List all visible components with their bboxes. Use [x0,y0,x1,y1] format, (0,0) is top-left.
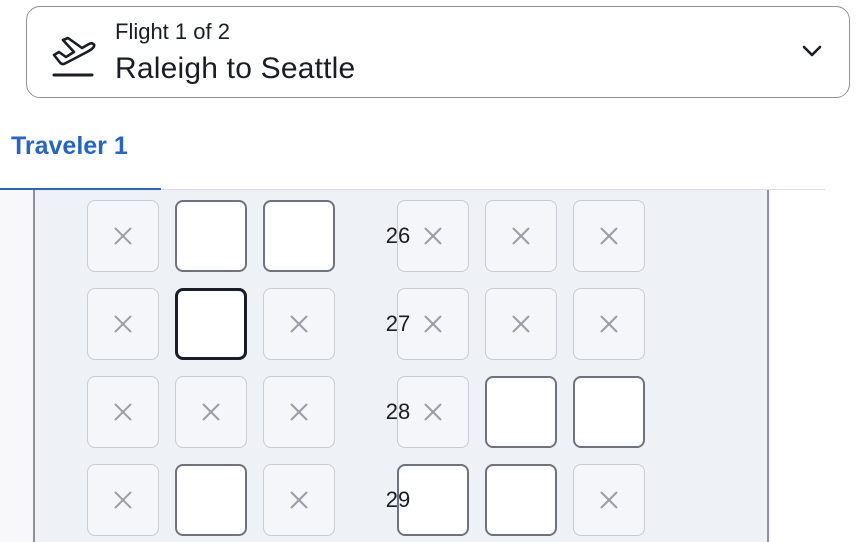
seat-unavailable [87,376,159,448]
tab-traveler-1[interactable]: Traveler 1 [0,112,161,192]
flight-selector-dropdown[interactable]: Flight 1 of 2 Raleigh to Seattle [26,6,850,98]
unavailable-x-icon [600,491,618,509]
unavailable-x-icon [290,315,308,333]
tab-traveler-1-label: Traveler 1 [11,132,128,160]
flight-route-label: Raleigh to Seattle [115,52,356,85]
seat-unavailable [263,376,335,448]
flight-count-label: Flight 1 of 2 [115,19,230,44]
seat-available[interactable] [263,200,335,272]
seat-row: 28 [35,376,771,448]
seat-unavailable [87,288,159,360]
seat-unavailable [573,288,645,360]
seat-unavailable [87,464,159,536]
seat-available[interactable] [175,200,247,272]
seat-unavailable [573,200,645,272]
seat-row: 29 [35,464,771,536]
row-number: 27 [385,311,411,336]
unavailable-x-icon [114,403,132,421]
unavailable-x-icon [512,227,530,245]
row-number: 26 [385,223,411,248]
unavailable-x-icon [600,227,618,245]
aircraft-cabin: 26 27 28 29 [33,190,769,542]
seat-row: 26 [35,200,771,272]
unavailable-x-icon [114,491,132,509]
unavailable-x-icon [600,315,618,333]
seat-unavailable [485,288,557,360]
seat-available[interactable] [485,464,557,536]
row-number: 28 [385,399,411,424]
seat-available[interactable] [573,376,645,448]
plane-takeoff-icon [52,36,96,77]
unavailable-x-icon [114,315,132,333]
seat-row: 27 [35,288,771,360]
unavailable-x-icon [512,315,530,333]
seat-unavailable [573,464,645,536]
seat-unavailable [263,464,335,536]
unavailable-x-icon [290,491,308,509]
seat-map-side-panel [771,190,825,542]
seat-selected[interactable] [175,288,247,360]
row-number: 29 [385,487,411,512]
seat-selection-page: Flight 1 of 2 Raleigh to Seattle Travele… [0,0,861,542]
seat-available[interactable] [175,464,247,536]
seat-unavailable [175,376,247,448]
seat-map-area[interactable]: 26 27 28 29 [0,190,825,542]
seat-available[interactable] [485,376,557,448]
traveler-tabs: Traveler 1 [0,112,825,192]
seat-unavailable [263,288,335,360]
seat-unavailable [87,200,159,272]
unavailable-x-icon [114,227,132,245]
chevron-down-icon [802,45,822,57]
unavailable-x-icon [290,403,308,421]
seat-unavailable [485,200,557,272]
unavailable-x-icon [202,403,220,421]
